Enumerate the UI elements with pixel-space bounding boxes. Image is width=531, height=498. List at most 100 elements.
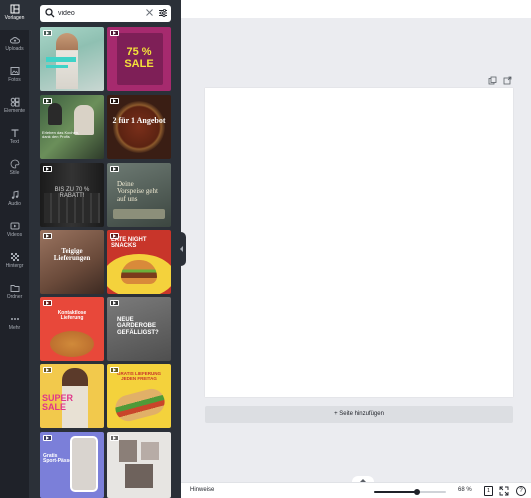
- sidebar-item-vorlagen[interactable]: Vorlagen: [0, 0, 29, 30]
- sidebar-item-label: Elemente: [3, 108, 26, 114]
- sidebar-item-text[interactable]: Text: [0, 124, 29, 154]
- video-badge-icon: [110, 166, 119, 172]
- upload-cloud-icon: [9, 37, 20, 44]
- template-photo-plate: [113, 209, 165, 219]
- template-card[interactable]: Kontaktlose Lieferung: [40, 297, 104, 361]
- add-page-icon[interactable]: [503, 76, 512, 85]
- design-page[interactable]: [205, 88, 513, 397]
- editor-topbar: [181, 0, 531, 18]
- sidebar-item-label: Hintergr: [5, 263, 24, 269]
- template-title: GRATIS LIEFERUNG JEDEN FREITAG: [117, 371, 161, 381]
- sidebar-item-elemente[interactable]: Elemente: [0, 93, 29, 123]
- duplicate-page-icon[interactable]: [488, 76, 497, 85]
- template-card[interactable]: BIS ZU 70 % RABATT!: [40, 163, 104, 227]
- video-badge-icon: [43, 166, 52, 172]
- editor-app: Vorlagen Uploads Fotos Elemente Text Sti…: [0, 0, 531, 498]
- page-count-button[interactable]: 1: [484, 486, 493, 496]
- template-card[interactable]: [40, 27, 104, 91]
- zoom-slider[interactable]: [374, 489, 446, 495]
- template-card[interactable]: 2 für 1 Angebot: [107, 95, 171, 159]
- photo-icon: [10, 67, 19, 75]
- zoom-slider-fill: [374, 491, 417, 493]
- template-title: NEUE GARDEROBE GEFÄLLIGST?: [117, 317, 159, 336]
- video-badge-icon: [43, 98, 52, 104]
- help-button[interactable]: ?: [516, 486, 526, 496]
- fullscreen-icon[interactable]: [499, 486, 509, 496]
- video-badge-icon: [110, 233, 119, 239]
- sidebar-item-label: Mehr: [8, 325, 21, 331]
- template-card[interactable]: 75 % SALE: [107, 27, 171, 91]
- template-card[interactable]: NEUE GARDEROBE GEFÄLLIGST?: [107, 297, 171, 361]
- video-badge-icon: [43, 233, 52, 239]
- template-card[interactable]: Gratis Sport-Pässe: [40, 432, 104, 498]
- sidebar-item-videos[interactable]: Videos: [0, 217, 29, 247]
- template-phone-mockup: [70, 436, 98, 492]
- search-input[interactable]: [58, 7, 138, 20]
- template-title: 75 % SALE: [124, 46, 154, 70]
- bottom-toolbar: Hinweise 68 % 1 ?: [181, 482, 531, 498]
- sidebar-item-label: Audio: [8, 201, 21, 207]
- template-photo: [141, 442, 159, 460]
- template-card[interactable]: SUPER SALE: [40, 364, 104, 428]
- template-text-band: [46, 65, 68, 68]
- search-bar: [40, 5, 171, 22]
- template-title: SUPER SALE: [42, 393, 74, 413]
- sidebar-item-hintergrund[interactable]: Hintergr: [0, 248, 29, 278]
- zoom-slider-handle[interactable]: [413, 489, 420, 495]
- template-card[interactable]: LATE NIGHT SNACKS: [107, 230, 171, 294]
- shapes-icon: [10, 97, 19, 107]
- video-icon: [10, 222, 19, 230]
- template-title: Teigige Lieferungen: [53, 247, 91, 263]
- palette-icon: [10, 159, 19, 169]
- add-page-button[interactable]: + Seite hinzufügen: [205, 406, 513, 423]
- video-badge-icon: [110, 435, 119, 441]
- sidebar-item-stile[interactable]: Stile: [0, 155, 29, 185]
- sidebar-item-label: Fotos: [8, 77, 21, 83]
- sidebar-item-label: Uploads: [5, 46, 24, 52]
- video-badge-icon: [110, 367, 119, 373]
- sidebar-item-ordner[interactable]: Ordner: [0, 279, 29, 309]
- video-badge-icon: [43, 367, 52, 373]
- template-photo-sandwich: [112, 385, 168, 425]
- video-badge-icon: [43, 435, 52, 441]
- background-grid-icon: [10, 253, 19, 261]
- text-icon: [11, 129, 18, 137]
- template-photo-pizza: [113, 101, 165, 153]
- template-card[interactable]: Teigige Lieferungen: [40, 230, 104, 294]
- hints-button[interactable]: Hinweise: [190, 487, 214, 493]
- sidebar-item-label: Text: [9, 139, 20, 145]
- template-title: 2 für 1 Angebot: [112, 116, 166, 125]
- template-card[interactable]: Erleben das Kochen, dank den Profis: [40, 95, 104, 159]
- template-photo: [119, 440, 137, 462]
- zoom-level[interactable]: 68 %: [458, 487, 472, 493]
- collapse-panel-button[interactable]: [178, 232, 186, 266]
- sidebar-item-audio[interactable]: Audio: [0, 186, 29, 216]
- sidebar-item-mehr[interactable]: Mehr: [0, 310, 29, 340]
- template-card[interactable]: GRATIS LIEFERUNG JEDEN FREITAG: [107, 364, 171, 428]
- sidebar-item-label: Ordner: [6, 294, 23, 300]
- sidebar-item-label: Vorlagen: [4, 15, 25, 21]
- clear-search-icon[interactable]: [145, 8, 154, 17]
- template-photo-burger: [121, 260, 157, 284]
- template-title: Gratis Sport-Pässe: [43, 453, 73, 465]
- sidebar-item-label: Videos: [6, 232, 23, 238]
- sidebar-item-fotos[interactable]: Fotos: [0, 62, 29, 92]
- search-icon: [45, 8, 55, 18]
- music-note-icon: [11, 190, 18, 199]
- template-photo-person: [48, 103, 62, 125]
- sidebar-rail: Vorlagen Uploads Fotos Elemente Text Sti…: [0, 0, 29, 498]
- more-dots-icon: [10, 318, 19, 320]
- template-card[interactable]: Deine Vorspeise geht auf uns: [107, 163, 171, 227]
- sidebar-item-label: Stile: [9, 170, 20, 176]
- template-title: Erleben das Kochen, dank den Profis: [42, 130, 80, 140]
- template-title: BIS ZU 70 % RABATT!: [54, 187, 90, 200]
- template-text-band: [46, 57, 76, 62]
- video-badge-icon: [110, 98, 119, 104]
- video-badge-icon: [110, 30, 119, 36]
- filter-icon[interactable]: [158, 8, 168, 18]
- video-badge-icon: [43, 300, 52, 306]
- sidebar-item-uploads[interactable]: Uploads: [0, 31, 29, 61]
- template-photo-food: [50, 331, 94, 357]
- template-card[interactable]: [107, 432, 171, 498]
- template-panel: 75 % SALE Erleben das Kochen, dank den P…: [29, 0, 181, 498]
